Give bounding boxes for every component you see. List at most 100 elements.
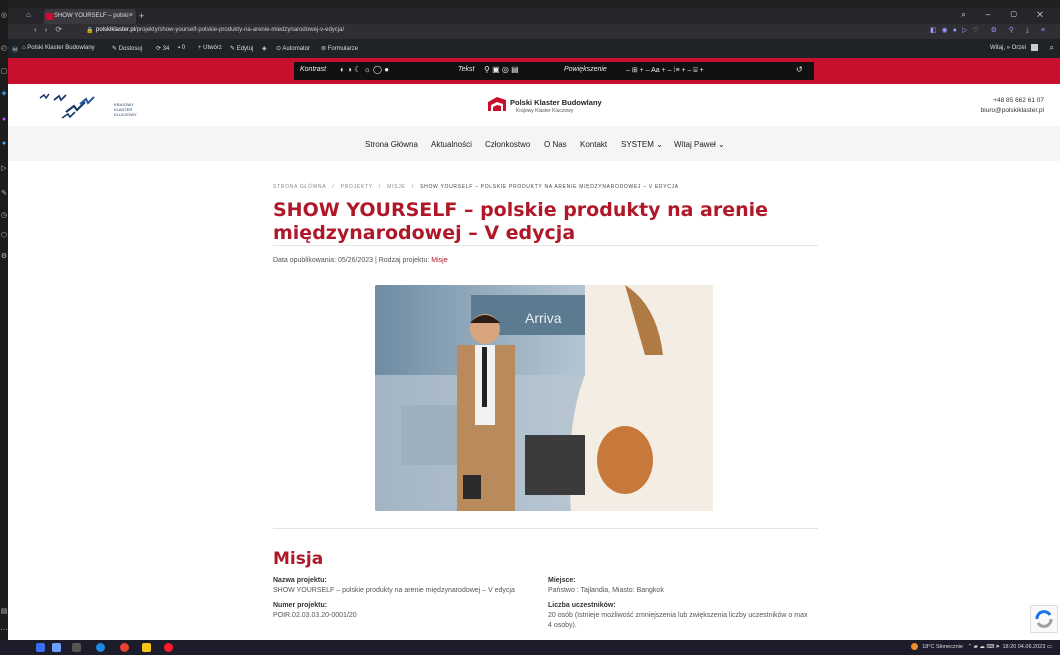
tab-close-icon[interactable]: ×: [129, 12, 133, 19]
breadcrumb-home[interactable]: STRONA GŁÓWNA: [273, 184, 326, 190]
admin-customize-label: Dostosuj: [118, 46, 143, 52]
admin-edit[interactable]: ✎ Edytuj: [230, 45, 253, 52]
explorer-icon[interactable]: [142, 643, 151, 652]
lock-icon: 🔒: [86, 28, 94, 34]
clock-icon[interactable]: ◷: [0, 212, 8, 220]
wordpress-icon[interactable]: Ⓦ: [12, 45, 18, 54]
panel-icon[interactable]: ▤: [0, 608, 8, 616]
cube-icon[interactable]: ⬡: [0, 232, 8, 240]
menu-item-contact[interactable]: Kontakt: [580, 140, 607, 149]
zoom-controls[interactable]: – ⊞ + – Aa + – ⁞≡ + – ⌸ +: [626, 66, 704, 75]
chrome-icon[interactable]: [120, 643, 129, 652]
airport-photo-icon: Arriva: [375, 285, 713, 511]
menu-item-about[interactable]: O Nas: [544, 140, 567, 149]
tray-icons[interactable]: ⌃ ▰ ☁ ⌨ 🕪: [968, 644, 1000, 650]
extension-icons[interactable]: ◧◉●▷♡ ⚙ ⚲ ⤓ ≡: [930, 26, 1050, 35]
contrast-buttons[interactable]: ◐ ◑ ☾ ☼ ◯ ●: [340, 65, 389, 74]
admin-new-label: Utwórz: [203, 45, 222, 51]
start-icon[interactable]: [36, 643, 45, 652]
tab-bar: ⌂ SHOW YOURSELF – polski × + ⌕ – ▢ ✕: [8, 8, 1060, 24]
admin-site-name[interactable]: ⌂ Polski Klaster Budowlany: [22, 45, 95, 51]
contrast-label: Kontrast: [300, 66, 327, 73]
project-details-right: Miejsce: Państwo : Tajlandia, Miasto: Ba…: [548, 576, 808, 631]
clock-time[interactable]: 18:20: [1002, 644, 1016, 650]
clock-date[interactable]: 04.06.2023: [1018, 644, 1046, 650]
project-type-link[interactable]: Misje: [431, 257, 447, 264]
breadcrumb: STRONA GŁÓWNA / PROJEKTY / MISJE / SHOW …: [273, 184, 679, 190]
breadcrumb-projects[interactable]: PROJEKTY: [341, 184, 373, 190]
field-label: Liczba uczestników:: [548, 602, 616, 609]
edge-icon[interactable]: [96, 643, 105, 652]
admin-new[interactable]: + Utwórz: [198, 45, 222, 51]
main-menu: Strona Główna Aktualności Członkostwo O …: [8, 126, 1060, 161]
menu-item-membership[interactable]: Członkostwo: [485, 140, 530, 149]
twitter-icon[interactable]: ●: [0, 140, 8, 148]
tab-active[interactable]: SHOW YOURSELF – polski ×: [44, 9, 136, 24]
admin-updates[interactable]: ⟳ 34: [156, 45, 169, 52]
history-icon[interactable]: ◴: [0, 45, 8, 53]
window-controls[interactable]: ⌕ – ▢ ✕: [961, 10, 1052, 20]
field-value: POIR.02.03.03.20-0001/20: [273, 612, 357, 619]
address-bar-row: ‹›⟳ 🔒 polskiklaster.pl/projekty/show-you…: [8, 24, 1060, 39]
contact-email[interactable]: biuro@polskiklaster.pl: [981, 106, 1044, 116]
bag-icon[interactable]: ▢: [0, 68, 8, 76]
page-title: SHOW YOURSELF – polskie produkty na aren…: [273, 199, 773, 245]
field-value: SHOW YOURSELF – polskie produkty na aren…: [273, 587, 515, 594]
admin-avatar[interactable]: [1031, 44, 1038, 51]
admin-comments[interactable]: ▪ 0: [178, 45, 185, 51]
task-view-icon[interactable]: [72, 643, 81, 652]
menu-icon[interactable]: ◎: [0, 12, 8, 20]
messenger-icon[interactable]: ●: [0, 116, 8, 124]
brand-name: Polski Klaster Budowlany: [510, 98, 602, 107]
admin-automator[interactable]: ⊙ Automator: [276, 45, 310, 52]
menu-item-news[interactable]: Aktualności: [431, 140, 472, 149]
breadcrumb-separator: /: [411, 184, 414, 190]
site-favicon-icon: [46, 13, 53, 20]
accessibility-bar: Kontrast ◐ ◑ ☾ ☼ ◯ ● Tekst ⚲ ▣ ◎ ▤ Powię…: [8, 58, 1060, 84]
zoom-label: Powiększenie: [564, 66, 607, 73]
admin-user-greeting[interactable]: Witaj, » Orzel: [990, 45, 1026, 51]
admin-customize[interactable]: ✎ Dostosuj: [112, 45, 142, 52]
text-buttons[interactable]: ⚲ ▣ ◎ ▤: [484, 65, 519, 74]
breadcrumb-missions[interactable]: MISJE: [387, 184, 405, 190]
opera-icon[interactable]: [164, 643, 173, 652]
url-domain: polskiklaster.pl: [96, 27, 136, 33]
field-value: Państwo : Tajlandia, Miasto: Bangkok: [548, 587, 664, 594]
admin-diamond-icon[interactable]: ◈: [262, 45, 267, 52]
left-logo-line: KLUCZOWY: [114, 112, 137, 117]
nav-buttons[interactable]: ‹›⟳: [34, 25, 70, 34]
admin-comments-count: 0: [181, 45, 186, 51]
post-meta: Data opublikowania: 05/26/2023 | Rodzaj …: [273, 257, 448, 264]
menu-item-user[interactable]: Witaj Paweł ⌄: [674, 140, 725, 149]
breadcrumb-current: SHOW YOURSELF – POLSKIE PRODUKTY NA AREN…: [420, 184, 679, 190]
url-field[interactable]: polskiklaster.pl/projekty/show-yourself-…: [96, 27, 344, 33]
breadcrumb-separator: /: [332, 184, 335, 190]
recaptcha-icon: [1035, 610, 1053, 628]
notifications-icon[interactable]: ▭: [1047, 644, 1052, 650]
recaptcha-badge[interactable]: [1030, 605, 1058, 633]
new-tab-button[interactable]: +: [139, 11, 144, 21]
admin-search-icon[interactable]: ⌕: [1050, 43, 1054, 53]
contact-phone[interactable]: +48 85 662 61 07: [981, 96, 1044, 106]
system-tray: 18°C Słonecznie ⌃ ▰ ☁ ⌨ 🕪 18:20 04.06.20…: [910, 643, 1052, 651]
url-path: /projekty/show-yourself-polskie-produkty…: [135, 27, 345, 33]
breadcrumb-separator: /: [378, 184, 381, 190]
workspace-icon[interactable]: ⌂: [26, 10, 31, 19]
browser-sidebar: ◎ ◴ ▢ ◈ ● ● ▷ ✎ ◷ ⬡ ⚙ ▤ ⋯: [0, 0, 8, 640]
settings-icon[interactable]: ⚙: [0, 253, 8, 261]
menu-item-home[interactable]: Strona Główna: [365, 140, 418, 149]
weather-text[interactable]: 18°C Słonecznie: [922, 644, 963, 650]
field-label: Nazwa projektu:: [273, 577, 327, 584]
center-logo[interactable]: Polski Klaster Budowlany Krajowy Klaster…: [486, 94, 636, 122]
app-icon[interactable]: ◈: [0, 90, 8, 98]
more-icon[interactable]: ⋯: [0, 627, 8, 635]
left-logo[interactable]: KRAJOWY KLASTER KLUCZOWY: [36, 90, 156, 122]
admin-automator-label: Automator: [282, 46, 311, 52]
play-icon[interactable]: ▷: [0, 165, 8, 173]
menu-item-system[interactable]: SYSTEM ⌄: [621, 140, 663, 149]
widget-icon[interactable]: [52, 643, 61, 652]
field-label: Miejsce:: [548, 577, 576, 584]
reset-icon[interactable]: ↺: [796, 65, 803, 74]
admin-forms[interactable]: ⊚ Formularze: [321, 45, 358, 52]
notes-icon[interactable]: ✎: [0, 190, 8, 198]
